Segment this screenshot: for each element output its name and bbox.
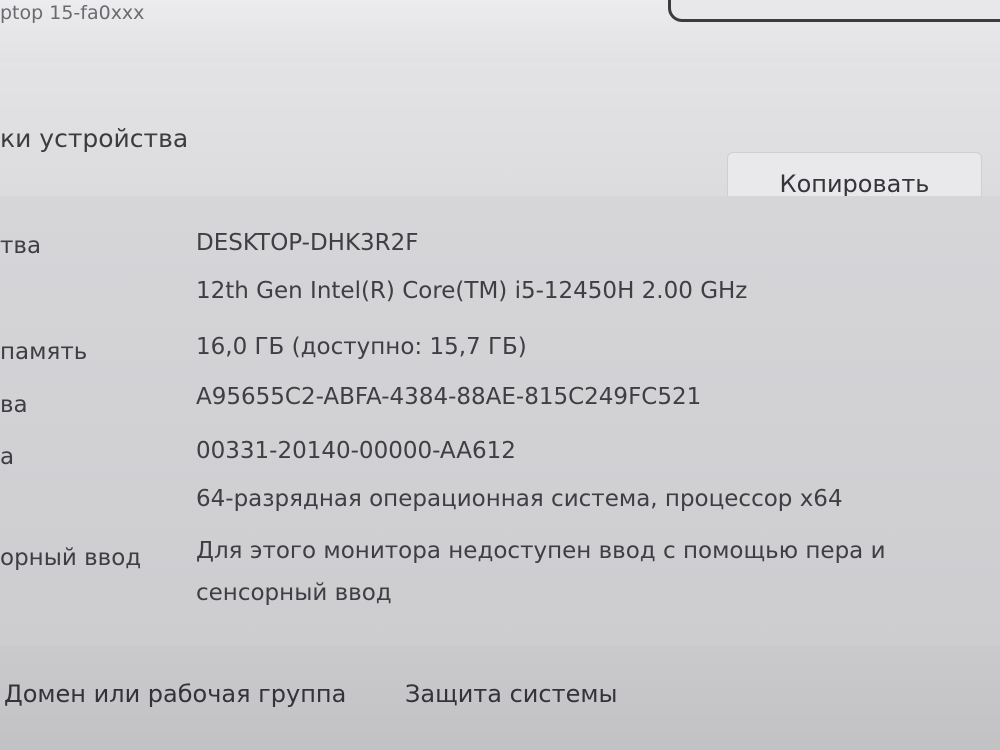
spec-value-pen-touch-line1: Для этого монитора недоступен ввод с пом… bbox=[196, 538, 886, 564]
spec-label-device-id: ва bbox=[0, 392, 28, 418]
section-title: ки устройства bbox=[0, 124, 189, 153]
title-strip: ptop 15-fa0xxx bbox=[0, 0, 1000, 62]
device-model-label: ptop 15-fa0xxx bbox=[0, 2, 145, 24]
spec-value-ram: 16,0 ГБ (доступно: 15,7 ГБ) bbox=[196, 334, 527, 360]
domain-workgroup-link[interactable]: Домен или рабочая группа bbox=[4, 680, 346, 708]
spec-value-device-id: A95655C2-ABFA-4384-88AE-815C249FC521 bbox=[196, 384, 702, 410]
spec-value-pen-touch-line2: сенсорный ввод bbox=[196, 580, 392, 606]
rename-button-edge[interactable] bbox=[668, 0, 1000, 22]
spec-value-processor: 12th Gen Intel(R) Core(TM) i5-12450H 2.0… bbox=[196, 278, 748, 304]
spec-value-device-name: DESKTOP-DHK3R2F bbox=[196, 230, 419, 256]
spec-label-pen-touch: орный ввод bbox=[0, 545, 142, 571]
spec-value-product-id: 00331-20140-00000-AA612 bbox=[196, 438, 516, 464]
spec-label-device-name: тва bbox=[0, 233, 42, 259]
spec-label-product-id: а bbox=[0, 444, 15, 470]
spec-label-ram: память bbox=[0, 339, 88, 365]
device-specs-list bbox=[0, 196, 1000, 646]
system-protection-link[interactable]: Защита системы bbox=[405, 680, 617, 708]
spec-value-system-type: 64-разрядная операционная система, проце… bbox=[196, 486, 843, 512]
